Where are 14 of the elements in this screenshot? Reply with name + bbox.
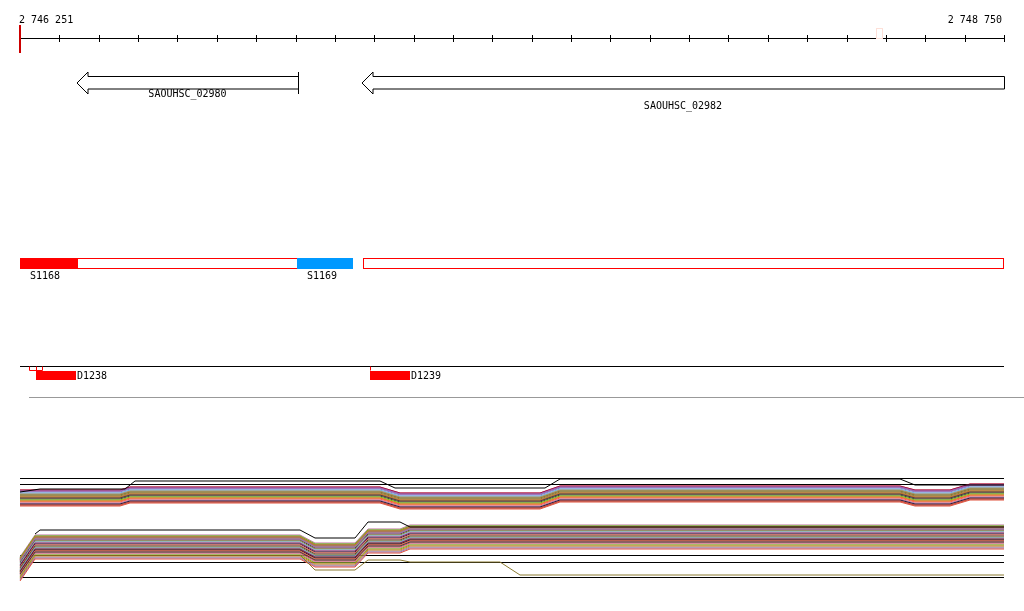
feature-label: D1239 <box>411 370 442 381</box>
feature-label: D1238 <box>77 370 108 381</box>
marker <box>876 28 883 39</box>
segment-label: S1169 <box>307 270 338 281</box>
segment-bar[interactable] <box>20 258 298 269</box>
position-marker[interactable] <box>19 25 21 53</box>
feature-mark <box>29 366 43 371</box>
gene-label: SAOUHSC_02980 <box>148 88 227 99</box>
segment-bar[interactable] <box>363 258 1004 269</box>
start-coordinate: 2 746 251 <box>19 14 74 25</box>
end-coordinate: 2 748 750 <box>947 14 1002 25</box>
segment-label: S1168 <box>30 270 61 281</box>
gene-arrow[interactable] <box>361 71 1005 95</box>
gene-label: SAOUHSC_02982 <box>643 100 723 111</box>
